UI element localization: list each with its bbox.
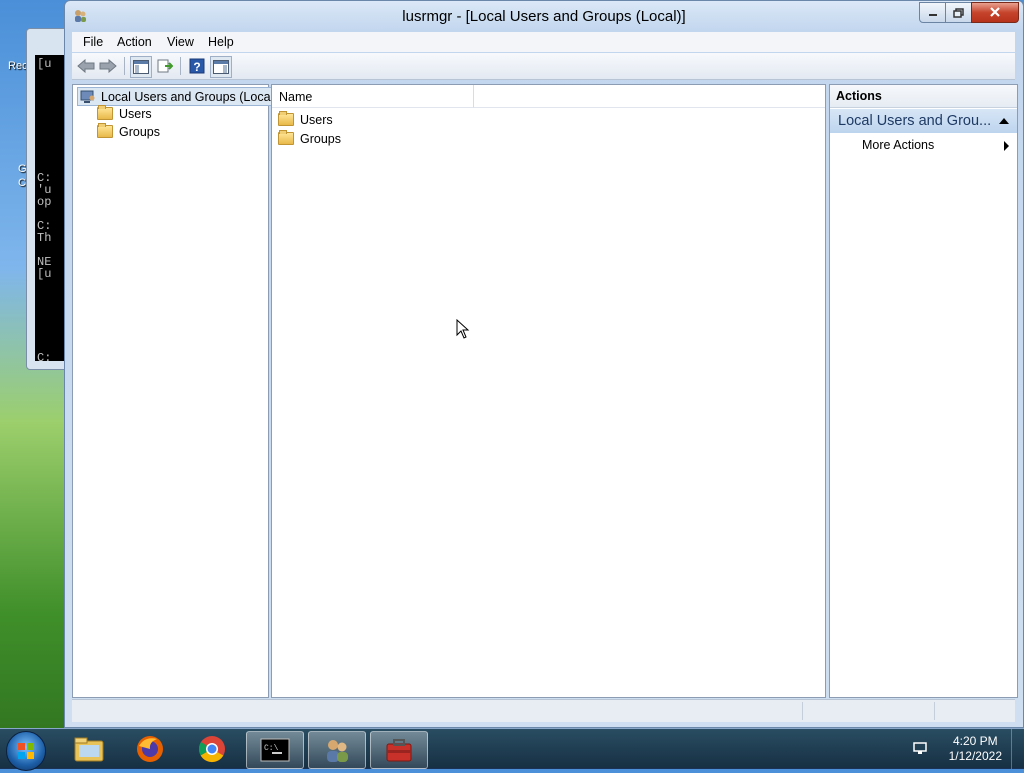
computer-users-icon [80, 90, 95, 103]
taskbar-users-management[interactable] [308, 731, 366, 769]
submenu-arrow-icon [1004, 141, 1009, 151]
actions-pane: Actions Local Users and Grou... More Act… [829, 84, 1018, 698]
toolbar: ? [72, 53, 1015, 80]
actions-section-title: Local Users and Grou... [838, 113, 992, 129]
menu-file[interactable]: File [83, 35, 103, 49]
show-hide-console-tree-icon [133, 60, 149, 74]
back-arrow-icon [77, 59, 95, 73]
console-tree-pane: Local Users and Groups (Local) Users Gro… [72, 84, 283, 698]
folder-icon [97, 123, 113, 138]
collapse-up-icon[interactable] [999, 118, 1009, 124]
system-clock[interactable]: 4:20 PM 1/12/2022 [949, 734, 1002, 764]
menu-view[interactable]: View [167, 35, 194, 49]
tree-root-label: Local Users and Groups (Local) [101, 89, 278, 104]
back-button[interactable] [76, 56, 96, 76]
chrome-icon [198, 736, 225, 763]
network-icon[interactable] [912, 741, 928, 755]
forward-arrow-icon [99, 59, 117, 73]
restore-icon [953, 7, 964, 18]
close-button[interactable] [971, 2, 1019, 23]
more-actions-label: More Actions [862, 138, 935, 152]
results-pane: Name Users Groups [271, 84, 826, 698]
tree-item-label: Users [119, 106, 152, 121]
console-line: [u [37, 57, 52, 71]
toolbar-separator [124, 57, 125, 75]
clock-date: 1/12/2022 [948, 749, 1002, 763]
firefox-icon [137, 736, 163, 762]
tree-item-groups[interactable]: Groups [97, 123, 160, 140]
help-icon: ? [189, 58, 205, 74]
menu-action[interactable]: Action [117, 35, 152, 49]
tree-item-label: Groups [119, 124, 160, 139]
list-item-label: Users [300, 112, 333, 127]
title-bar[interactable]: lusrmgr - [Local Users and Groups (Local… [65, 1, 1023, 31]
windows-logo-icon [18, 743, 34, 759]
folder-icon [97, 105, 113, 120]
tree-item-local-users-and-groups[interactable]: Local Users and Groups (Local) [77, 87, 283, 106]
svg-text:C:\: C:\ [264, 744, 279, 753]
command-prompt-icon: C:\ [260, 738, 290, 762]
folder-icon [278, 130, 294, 145]
close-icon [990, 7, 1000, 17]
minimize-icon [928, 13, 937, 16]
minimize-button[interactable] [919, 2, 946, 23]
help-button[interactable]: ? [187, 56, 207, 76]
list-item-label: Groups [300, 131, 341, 146]
menu-bar: File Action View Help [72, 32, 1015, 52]
actions-header: Actions [830, 85, 1017, 108]
more-actions-item[interactable]: More Actions [830, 137, 1017, 155]
menu-help[interactable]: Help [208, 35, 234, 49]
file-explorer-icon [74, 737, 104, 762]
tree-item-users[interactable]: Users [97, 105, 152, 122]
list-item-groups[interactable]: Groups [278, 130, 341, 147]
show-hide-action-pane-icon [213, 60, 229, 74]
lusrmgr-window: lusrmgr - [Local Users and Groups (Local… [64, 0, 1024, 728]
status-bar [72, 699, 1015, 722]
export-list-button[interactable] [155, 56, 175, 76]
actions-section-header[interactable]: Local Users and Grou... [830, 109, 1017, 133]
start-button[interactable] [6, 731, 46, 771]
taskbar-chrome[interactable] [184, 731, 240, 767]
users-management-icon [327, 740, 348, 762]
console-line: op [37, 195, 52, 209]
window-title: lusrmgr - [Local Users and Groups (Local… [402, 8, 686, 25]
clock-time: 4:20 PM [952, 734, 998, 748]
taskbar-file-explorer[interactable] [61, 731, 117, 767]
console-line: [u [37, 267, 52, 281]
restore-button[interactable] [945, 2, 972, 23]
column-header-empty [474, 85, 825, 108]
taskbar-toolbox[interactable] [370, 731, 428, 769]
column-header-label: Name [279, 90, 313, 104]
desktop-icon-label-c: C [18, 177, 26, 189]
export-list-icon [157, 59, 173, 73]
actions-header-label: Actions [836, 89, 882, 103]
folder-icon [278, 111, 294, 126]
status-segment [802, 702, 933, 720]
show-desktop-button[interactable] [1011, 729, 1024, 769]
toolbar-separator [180, 57, 181, 75]
forward-button[interactable] [98, 56, 118, 76]
mouse-cursor-icon [456, 319, 470, 339]
show-hide-action-pane-button[interactable] [210, 56, 232, 78]
svg-text:?: ? [193, 60, 200, 74]
list-item-users[interactable]: Users [278, 111, 333, 128]
status-segment [934, 702, 1015, 720]
taskbar-command-prompt[interactable]: C:\ [246, 731, 304, 769]
show-hide-console-tree-button[interactable] [130, 56, 152, 78]
console-line: C: [37, 351, 52, 361]
column-header-name[interactable]: Name [272, 85, 474, 108]
taskbar-firefox[interactable] [122, 731, 178, 767]
console-line: Th [37, 231, 52, 245]
taskbar: C:\ 4:20 PM 1/12/2022 [0, 728, 1024, 771]
desktop-icon-label-recycle: Rec [8, 60, 28, 72]
toolbox-icon [386, 739, 412, 762]
